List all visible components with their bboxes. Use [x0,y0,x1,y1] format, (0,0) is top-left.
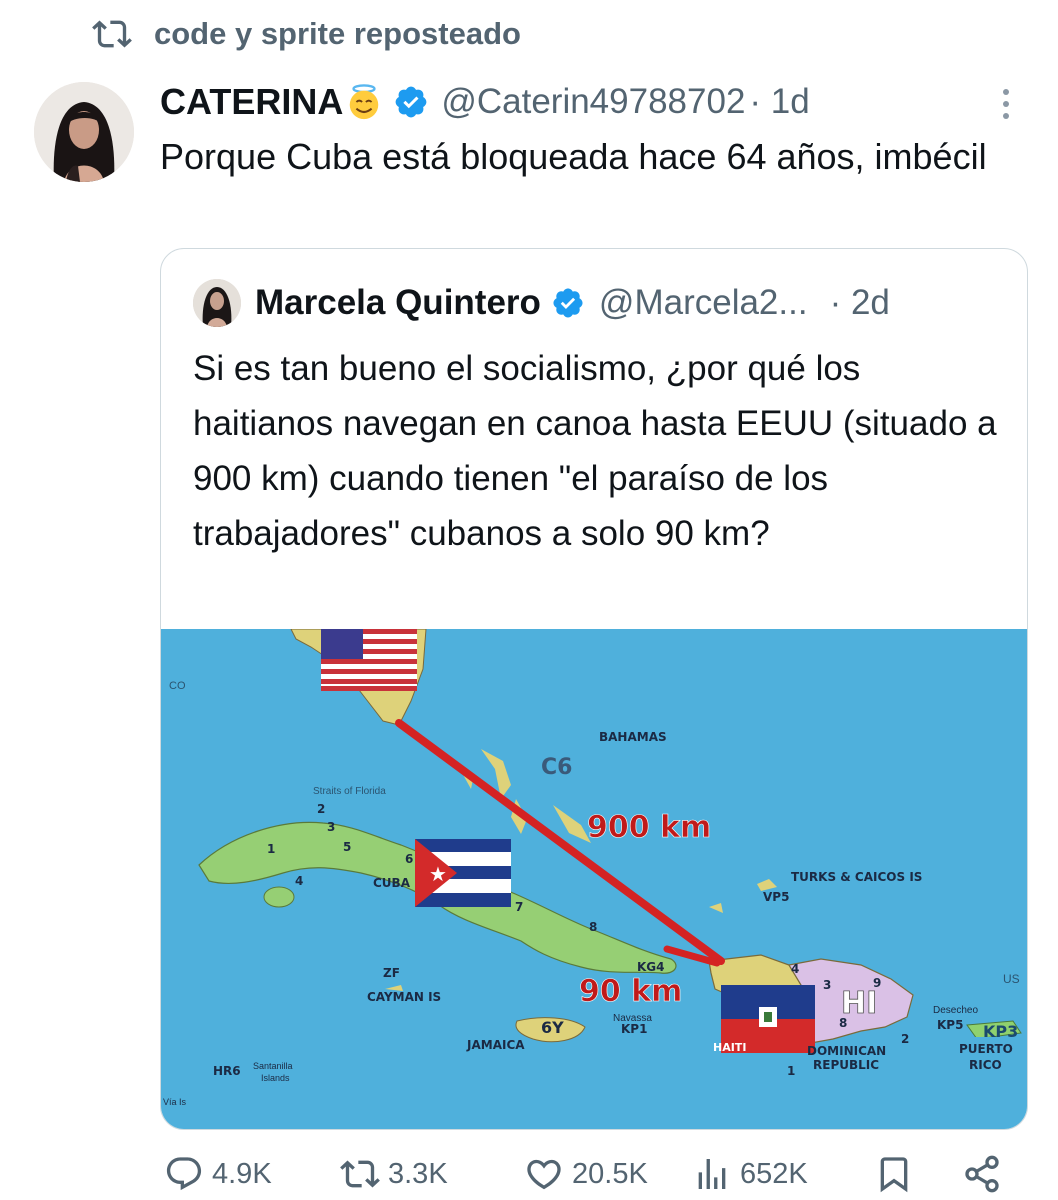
map-num-2b: 2 [901,1032,909,1046]
more-dot-icon [1003,113,1009,119]
tweet-text: Porque Cuba está bloqueada hace 64 años,… [160,136,987,177]
reply-count: 4.9K [212,1157,272,1190]
view-count: 652K [740,1157,808,1190]
timestamp[interactable]: · 1d [749,82,809,122]
map-num-8: 8 [589,920,597,934]
views-chart-icon [698,1159,726,1189]
reply-button[interactable]: 4.9K [164,1154,272,1194]
map-label-cuba: CUBA [373,876,411,890]
like-button[interactable]: 20.5K [524,1154,648,1194]
action-bar: 4.9K 3.3K 20.5K 652K [160,1150,1040,1200]
avatar[interactable] [34,82,134,182]
caribbean-map-image[interactable]: ★ 900 km 90 km BAHAMAS C6 Straits of Flo… [161,629,1027,1129]
map-label-6y: 6Y [541,1018,564,1037]
map-label-kp5: KP5 [937,1018,963,1032]
reply-icon [166,1157,202,1191]
map-label-desecheo: Desecheo [933,1005,978,1016]
map-label-islands: Islands [261,1073,290,1083]
quote-timestamp[interactable]: · 2d [830,283,890,323]
more-dot-icon [1003,89,1009,95]
share-icon [965,1155,999,1193]
map-num-3b: 3 [823,978,831,992]
map-num-7: 7 [515,900,523,914]
distance-900-label: 900 km [587,810,711,845]
map-num-3: 3 [327,820,335,834]
map-label-haiti: HAITI [713,1041,746,1054]
repost-indicator[interactable]: code y sprite reposteado [92,12,521,56]
map-label-vias: Vía Is [163,1097,187,1107]
quote-avatar[interactable] [193,279,241,327]
bookmark-icon [880,1157,908,1193]
author-name[interactable]: CATERINA [160,81,343,123]
usa-flag-icon [321,629,417,691]
map-label-dominican: DOMINICAN [807,1044,886,1058]
map-num-8b: 8 [839,1016,847,1030]
like-count: 20.5K [572,1157,648,1190]
verified-badge-icon [395,86,427,118]
distance-90-label: 90 km [579,974,682,1009]
map-num-1: 1 [267,842,275,856]
heart-icon [527,1159,561,1190]
repost-icon [340,1160,380,1188]
bookmark-button[interactable] [874,1154,914,1194]
map-num-1b: 1 [787,1064,795,1078]
map-label-bahamas: BAHAMAS [599,730,667,744]
map-label-kp1: KP1 [621,1022,647,1036]
map-label-c6: C6 [541,755,572,780]
cuba-flag-icon: ★ [415,839,511,907]
author-handle[interactable]: @Caterin49788702 [441,82,745,122]
quoted-tweet[interactable]: Marcela Quintero @Marcela2... · 2d Si es… [160,248,1028,1130]
map-label-rico: RICO [969,1058,1002,1072]
more-options-button[interactable] [990,82,1022,126]
map-num-4: 4 [295,874,303,888]
map-label-kp3: KP3 [983,1022,1018,1041]
tweet-header: CATERINA @Caterin49788702 · 1d [160,78,1020,126]
quote-author-name[interactable]: Marcela Quintero [255,283,541,323]
quote-header: Marcela Quintero @Marcela2... · 2d [193,277,1013,329]
map-label-turks: TURKS & CAICOS IS [791,870,922,884]
map-num-4b: 4 [791,962,799,976]
share-button[interactable] [962,1154,1002,1194]
quote-text: Si es tan bueno el socialismo, ¿por qué … [193,349,997,553]
map-label-republic: REPUBLIC [813,1058,879,1072]
map-label-zf: ZF [383,966,400,980]
verified-badge-icon [553,288,583,318]
map-num-9: 9 [873,976,881,990]
map-label-kg4: KG4 [637,960,665,974]
map-label-co: CO [169,680,186,692]
views-button[interactable]: 652K [692,1154,808,1194]
repost-icon [92,20,132,48]
repost-button[interactable]: 3.3K [340,1154,448,1194]
map-label-cayman: CAYMAN IS [367,990,441,1004]
map-num-5: 5 [343,840,351,854]
map-label-jamaica: JAMAICA [466,1038,525,1052]
quote-author-handle[interactable]: @Marcela2... [599,283,808,323]
map-num-2: 2 [317,802,325,816]
svg-text:★: ★ [429,862,447,886]
map-label-vp5: VP5 [763,890,789,904]
map-label-santanilla: Santanilla [253,1061,293,1071]
map-label-hr6: HR6 [213,1064,241,1078]
map-label-us: US [1003,972,1020,986]
map-label-puerto: PUERTO [959,1042,1013,1056]
more-dot-icon [1003,101,1009,107]
map-num-6: 6 [405,852,413,866]
repost-label: code y sprite reposteado [154,16,521,51]
map-label-straits: Straits of Florida [313,786,386,797]
repost-count: 3.3K [388,1157,448,1190]
halo-smile-emoji-icon [350,84,379,120]
